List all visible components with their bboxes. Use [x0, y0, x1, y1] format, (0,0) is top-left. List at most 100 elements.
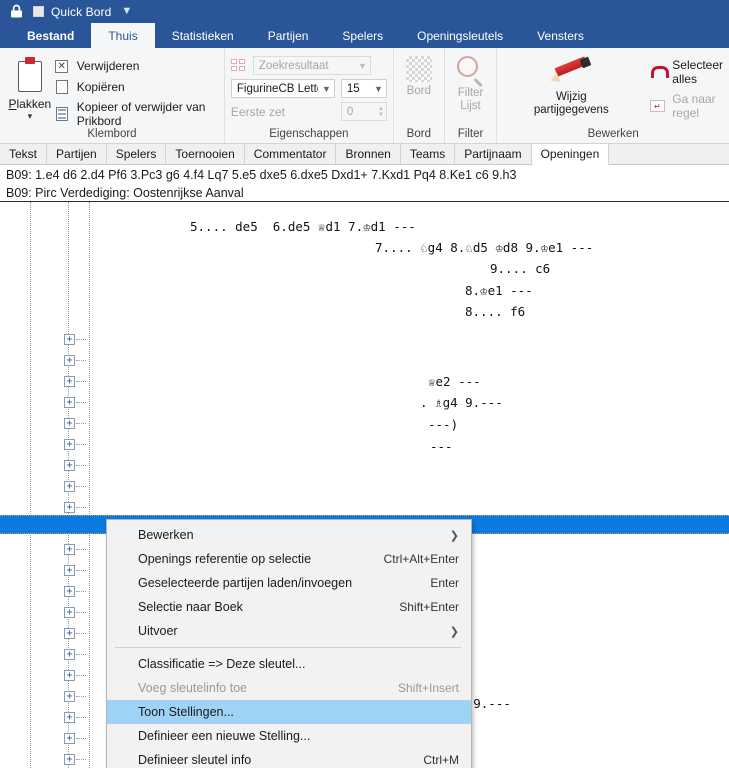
column-tab-teams[interactable]: Teams [400, 144, 456, 164]
menu-item-openings-referentie-op-selectie[interactable]: Openings referentie op selectie Ctrl+Alt+… [107, 547, 471, 571]
group-label-filter: Filter [457, 128, 484, 140]
tree-expand-button[interactable]: + [64, 733, 75, 744]
tree-connector-dash [76, 612, 86, 613]
search-result-combo[interactable]: Zoekresultaat ▼ [252, 56, 371, 75]
board-button[interactable]: Bord [400, 52, 438, 128]
menu-item-classificatie-deze-sleutel[interactable]: Classificatie => Deze sleutel... [107, 652, 471, 676]
notation-row[interactable]: 8.... f6 [465, 304, 525, 320]
menu-separator [115, 647, 461, 648]
tree-expand-button[interactable]: + [64, 334, 75, 345]
tree-expand-button[interactable]: + [64, 418, 75, 429]
delete-button[interactable]: ✕ Verwijderen [54, 58, 218, 74]
notation-row[interactable]: 7.... ♘g4 8.♘d5 ♔d8 9.♔e1 --- [375, 240, 593, 256]
window-title: Quick Bord [51, 4, 112, 19]
menu-item-shortcut: Shift+Enter [399, 600, 459, 614]
menu-item-selectie-naar-boek[interactable]: Selectie naar Boek Shift+Enter [107, 595, 471, 619]
tree-expand-button[interactable]: + [64, 691, 75, 702]
tree-expand-button[interactable]: + [64, 460, 75, 471]
tree-expand-button[interactable]: + [64, 712, 75, 723]
menu-item-toon-stellingen[interactable]: Toon Stellingen... [107, 700, 471, 724]
paste-button[interactable]: Plakken ▾ [6, 52, 54, 128]
search-result-row: Zoekresultaat ▼ [230, 56, 387, 75]
copy-button[interactable]: Kopiëren [54, 79, 218, 95]
menu-item-label: Definieer sleutel info [138, 753, 252, 767]
column-tab-toernooien[interactable]: Toernooien [166, 144, 245, 164]
paste-label: Plakken [8, 97, 52, 111]
first-move-row: Eerste zet 0 ▲ ▼ [231, 102, 387, 121]
menu-item-uitvoer[interactable]: Uitvoer ❯ [107, 619, 471, 643]
font-size-combo[interactable]: 15 ▼ [340, 79, 387, 98]
notation-row[interactable]: ♕e2 --- [428, 374, 481, 390]
tree-expand-button[interactable]: + [64, 607, 75, 618]
notation-row[interactable]: --- [430, 439, 453, 455]
quick-board-checkbox[interactable] [33, 6, 44, 17]
goto-line-button[interactable]: ↵ Ga naar regel [649, 92, 723, 120]
tab-spelers[interactable]: Spelers [325, 23, 400, 48]
board-button-label: Bord [406, 85, 431, 97]
lock-icon[interactable] [8, 4, 24, 20]
menu-item-bewerken[interactable]: Bewerken ❯ [107, 523, 471, 547]
tree-expand-button[interactable]: + [64, 481, 75, 492]
tree-connector-dash [76, 339, 86, 340]
font-combo[interactable]: FigurineCB LetterS▼ [230, 79, 335, 98]
edit-game-data-line1: Wijzig [555, 91, 587, 103]
tree-connector-dash [76, 591, 86, 592]
tab-thuis[interactable]: Thuis [91, 23, 155, 48]
tree-expand-button[interactable]: + [64, 439, 75, 450]
tree-expand-button[interactable]: + [64, 649, 75, 660]
menu-item-shortcut: Enter [430, 576, 459, 590]
menu-item-shortcut: Ctrl+Alt+Enter [383, 552, 459, 566]
opening-key-tree-pane[interactable]: ++++++++++++++++++++++ 5.... de5 6.de5 ♕… [0, 202, 729, 768]
notation-row[interactable]: . ♗g4 9.--- [420, 395, 503, 411]
column-tab-openingen[interactable]: Openingen [531, 144, 610, 165]
filter-label-line1: Filter [457, 87, 484, 99]
ribbon-tab-bar: Bestand Thuis Statistieken Partijen Spel… [0, 23, 729, 48]
column-tab-partijnaam[interactable]: Partijnaam [455, 144, 532, 164]
tab-statistieken[interactable]: Statistieken [155, 23, 251, 48]
tree-expand-button[interactable]: + [64, 628, 75, 639]
paste-dropdown-arrow[interactable]: ▾ [28, 112, 33, 121]
tree-expand-button[interactable]: + [64, 397, 75, 408]
tree-expand-button[interactable]: + [64, 586, 75, 597]
tree-expand-button[interactable]: + [64, 502, 75, 513]
tab-bestand[interactable]: Bestand [10, 23, 91, 48]
menu-item-definieer-sleutel-info[interactable]: Definieer sleutel info Ctrl+M [107, 748, 471, 768]
notation-row[interactable]: 5.... de5 6.de5 ♕d1 7.♔d1 --- [190, 219, 416, 235]
tree-expand-button[interactable]: + [64, 670, 75, 681]
tab-vensters[interactable]: Vensters [520, 23, 601, 48]
tree-connector-dash [76, 402, 86, 403]
select-all-button[interactable]: Selecteer alles [649, 58, 723, 86]
notation-row[interactable]: 9.... c6 [490, 261, 550, 277]
tree-expand-button[interactable]: + [64, 565, 75, 576]
column-tab-bronnen[interactable]: Bronnen [336, 144, 401, 164]
tree-expand-button[interactable]: + [64, 355, 75, 366]
tree-expand-button[interactable]: + [64, 376, 75, 387]
tab-partijen[interactable]: Partijen [251, 23, 326, 48]
tree-expand-button[interactable]: + [64, 754, 75, 765]
column-tab-tekst[interactable]: Tekst [0, 144, 48, 164]
tree-connector-dash [76, 507, 86, 508]
spinner-arrows-icon[interactable]: ▲ ▼ [378, 106, 384, 118]
menu-item-geselecteerde-partijen-laden-invoegen[interactable]: Geselecteerde partijen laden/invoegen Ent… [107, 571, 471, 595]
column-tab-spelers[interactable]: Spelers [106, 144, 167, 164]
opening-line-header: B09: 1.e4 d6 2.d4 Pf6 3.Pc3 g6 4.f4 Lq7 … [6, 168, 517, 182]
column-tab-commentator[interactable]: Commentator [244, 144, 337, 164]
tree-connector-dash [76, 465, 86, 466]
copy-page-icon [54, 79, 70, 95]
edit-game-data-button[interactable]: Wijzig partijgegevens [511, 52, 631, 128]
filter-list-button[interactable]: Filter Lijst [451, 52, 491, 128]
tab-openingsleutels[interactable]: Openingsleutels [400, 23, 520, 48]
copy-or-remove-from-pinboard-button[interactable]: Kopieer of verwijder van Prikbord [54, 100, 218, 128]
tree-connector-dash [76, 444, 86, 445]
menu-item-definieer-een-nieuwe-stelling[interactable]: Definieer een nieuwe Stelling... [107, 724, 471, 748]
notation-row[interactable]: ---) [428, 417, 458, 433]
first-move-label: Eerste zet [230, 104, 285, 119]
delete-x-icon: ✕ [54, 58, 70, 74]
column-tab-partijen[interactable]: Partijen [47, 144, 107, 164]
group-label-klembord: Klembord [87, 128, 137, 140]
notation-row[interactable]: 8.♔e1 --- [465, 283, 533, 299]
chevron-down-icon[interactable]: ▼ [121, 6, 132, 17]
first-move-spinner[interactable]: 0 ▲ ▼ [340, 102, 387, 121]
context-menu[interactable]: Bewerken ❯ Openings referentie op selectie… [106, 519, 472, 768]
menu-item-label: Bewerken [138, 528, 194, 542]
